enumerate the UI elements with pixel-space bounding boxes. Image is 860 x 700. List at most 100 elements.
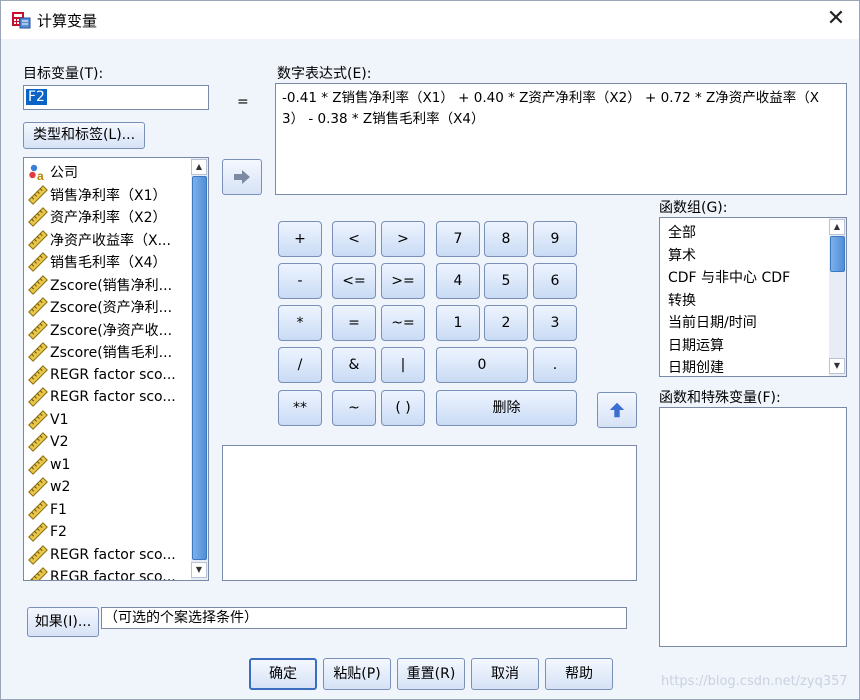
function-group-list[interactable]: 全部算术 CDF 与非中心 CDF 转换 当前日期/时间 日期运算日期创建 ▲ ▼ [659, 217, 847, 377]
scroll-down-arrow-icon[interactable]: ▼ [191, 562, 207, 578]
key-5[interactable]: 5 [484, 263, 528, 299]
numeric-expression-label: 数字表达式(E): [277, 66, 372, 82]
expression-line-1: -0.41 * Z销售净利率（X1） + 0.40 * Z资产净利率（X2） +… [282, 90, 820, 106]
scroll-up-arrow-icon[interactable]: ▲ [191, 159, 207, 175]
key-less-equal[interactable]: <= [332, 263, 376, 299]
variable-list-item[interactable]: 销售毛利率（X4） [28, 252, 167, 274]
variable-list-scrollbar[interactable]: ▲ ▼ [191, 158, 208, 580]
ruler-icon [28, 432, 50, 452]
key-plus[interactable]: + [278, 221, 322, 257]
if-button[interactable]: 如果(I)... [27, 607, 99, 637]
variable-list-item[interactable]: 资产净利率（X2） [28, 207, 167, 229]
variable-name: V1 [50, 411, 69, 428]
variable-name: REGR factor sco... [50, 546, 176, 563]
variable-list-item[interactable]: Zscore(销售毛利... [28, 342, 172, 364]
arrow-up-icon [609, 402, 625, 418]
cancel-button[interactable]: 取消 [471, 658, 539, 690]
insert-function-button[interactable] [597, 392, 637, 428]
key-parentheses[interactable]: ( ) [381, 390, 425, 426]
ruler-icon [28, 387, 50, 407]
key-decimal[interactable]: . [533, 347, 577, 383]
key-power[interactable]: ** [278, 390, 322, 426]
key-1[interactable]: 1 [436, 305, 480, 341]
variable-list-item[interactable]: V2 [28, 432, 68, 454]
function-group-item[interactable]: 算术 [668, 245, 696, 265]
scroll-thumb[interactable] [830, 236, 845, 272]
key-2[interactable]: 2 [484, 305, 528, 341]
key-0[interactable]: 0 [436, 347, 528, 383]
help-button[interactable]: 帮助 [545, 658, 613, 690]
variable-list-item[interactable]: a 公司 [28, 162, 78, 184]
equals-sign: = [237, 94, 249, 110]
variable-list-item[interactable]: Zscore(资产净利... [28, 297, 172, 319]
key-minus[interactable]: - [278, 263, 322, 299]
svg-text:a: a [37, 169, 44, 182]
reset-button[interactable]: 重置(R) [397, 658, 465, 690]
function-group-item[interactable]: CDF 与非中心 CDF [668, 267, 790, 287]
variable-name: REGR factor sco... [50, 389, 176, 405]
function-group-item[interactable]: 日期创建 [668, 357, 724, 376]
variable-list-item[interactable]: Zscore(净资产收... [28, 319, 173, 342]
variable-name: REGR factor sco... [50, 366, 176, 383]
variable-name: w1 [50, 456, 71, 473]
key-4[interactable]: 4 [436, 263, 480, 299]
key-less-than[interactable]: < [332, 221, 376, 257]
functions-special-list[interactable] [659, 407, 847, 647]
target-variable-input[interactable]: F2 [23, 85, 209, 110]
variable-list-item[interactable]: REGR factor sco... [28, 364, 176, 387]
variable-list-item[interactable]: F2 [28, 522, 67, 544]
if-condition-field[interactable]: （可选的个案选择条件） [101, 607, 627, 629]
key-3[interactable]: 3 [533, 305, 577, 341]
key-greater-than[interactable]: > [381, 221, 425, 257]
function-group-item[interactable]: 当前日期/时间 [668, 312, 757, 332]
key-7[interactable]: 7 [436, 221, 480, 257]
variable-name: Zscore(资产净利... [50, 300, 173, 316]
key-greater-equal[interactable]: >= [381, 263, 425, 299]
variable-list-item[interactable]: REGR factor sco... [28, 567, 176, 580]
ruler-icon [28, 184, 50, 205]
key-or[interactable]: | [381, 347, 425, 383]
ruler-icon [28, 454, 50, 475]
variable-list-item[interactable]: REGR factor sco... [28, 387, 176, 409]
scroll-down-arrow-icon[interactable]: ▼ [829, 358, 845, 374]
variable-list-item[interactable]: Zscore(销售净利... [28, 274, 172, 297]
ok-button[interactable]: 确定 [249, 658, 317, 690]
variable-list-item[interactable]: 净资产收益率（X... [28, 229, 171, 252]
scroll-thumb[interactable] [192, 176, 207, 560]
numeric-expression-textarea[interactable]: -0.41 * Z销售净利率（X1） + 0.40 * Z资产净利率（X2） +… [275, 83, 847, 195]
variable-list-item[interactable]: w2 [28, 477, 70, 499]
function-group-item[interactable]: 全部 [668, 222, 696, 242]
variable-name: Zscore(净资产收... [50, 322, 173, 339]
ruler-icon [28, 522, 50, 542]
expression-line-2: 3） - 0.38 * Z销售毛利率（X4） [282, 111, 485, 127]
key-delete[interactable]: 删除 [436, 390, 577, 426]
variable-name: F1 [50, 501, 67, 518]
paste-button[interactable]: 粘贴(P) [323, 658, 391, 690]
key-and[interactable]: & [332, 347, 376, 383]
key-6[interactable]: 6 [533, 263, 577, 299]
key-not[interactable]: ~ [332, 390, 376, 426]
key-not-equal[interactable]: ~= [381, 305, 425, 341]
close-icon[interactable]: ✕ [813, 1, 859, 39]
key-equal[interactable]: = [332, 305, 376, 341]
function-group-item[interactable]: 日期运算 [668, 335, 724, 355]
type-and-label-button[interactable]: 类型和标签(L)... [23, 122, 145, 149]
key-multiply[interactable]: * [278, 305, 322, 341]
variable-list-item[interactable]: w1 [28, 454, 71, 477]
variable-list-item[interactable]: V1 [28, 409, 69, 432]
key-8[interactable]: 8 [484, 221, 528, 257]
variable-list-item[interactable]: F1 [28, 499, 67, 522]
function-group-item[interactable]: 转换 [668, 290, 696, 310]
scroll-up-arrow-icon[interactable]: ▲ [829, 219, 845, 235]
function-group-scrollbar[interactable]: ▲ ▼ [829, 218, 846, 376]
target-variable-value: F2 [26, 89, 47, 105]
watermark: https://blog.csdn.net/zyq357 [661, 674, 848, 689]
variable-list-item[interactable]: 销售净利率（X1） [28, 184, 167, 207]
ruler-icon [28, 319, 50, 340]
key-9[interactable]: 9 [533, 221, 577, 257]
ruler-icon [28, 342, 50, 362]
key-divide[interactable]: / [278, 347, 322, 383]
variable-list-item[interactable]: REGR factor sco... [28, 544, 176, 567]
variable-list[interactable]: a 公司 销售净利率（X1） 资产净利率（X2） 净资产收益率（X... 销售毛利率（X4… [23, 157, 209, 581]
move-to-expression-button[interactable] [222, 159, 262, 195]
